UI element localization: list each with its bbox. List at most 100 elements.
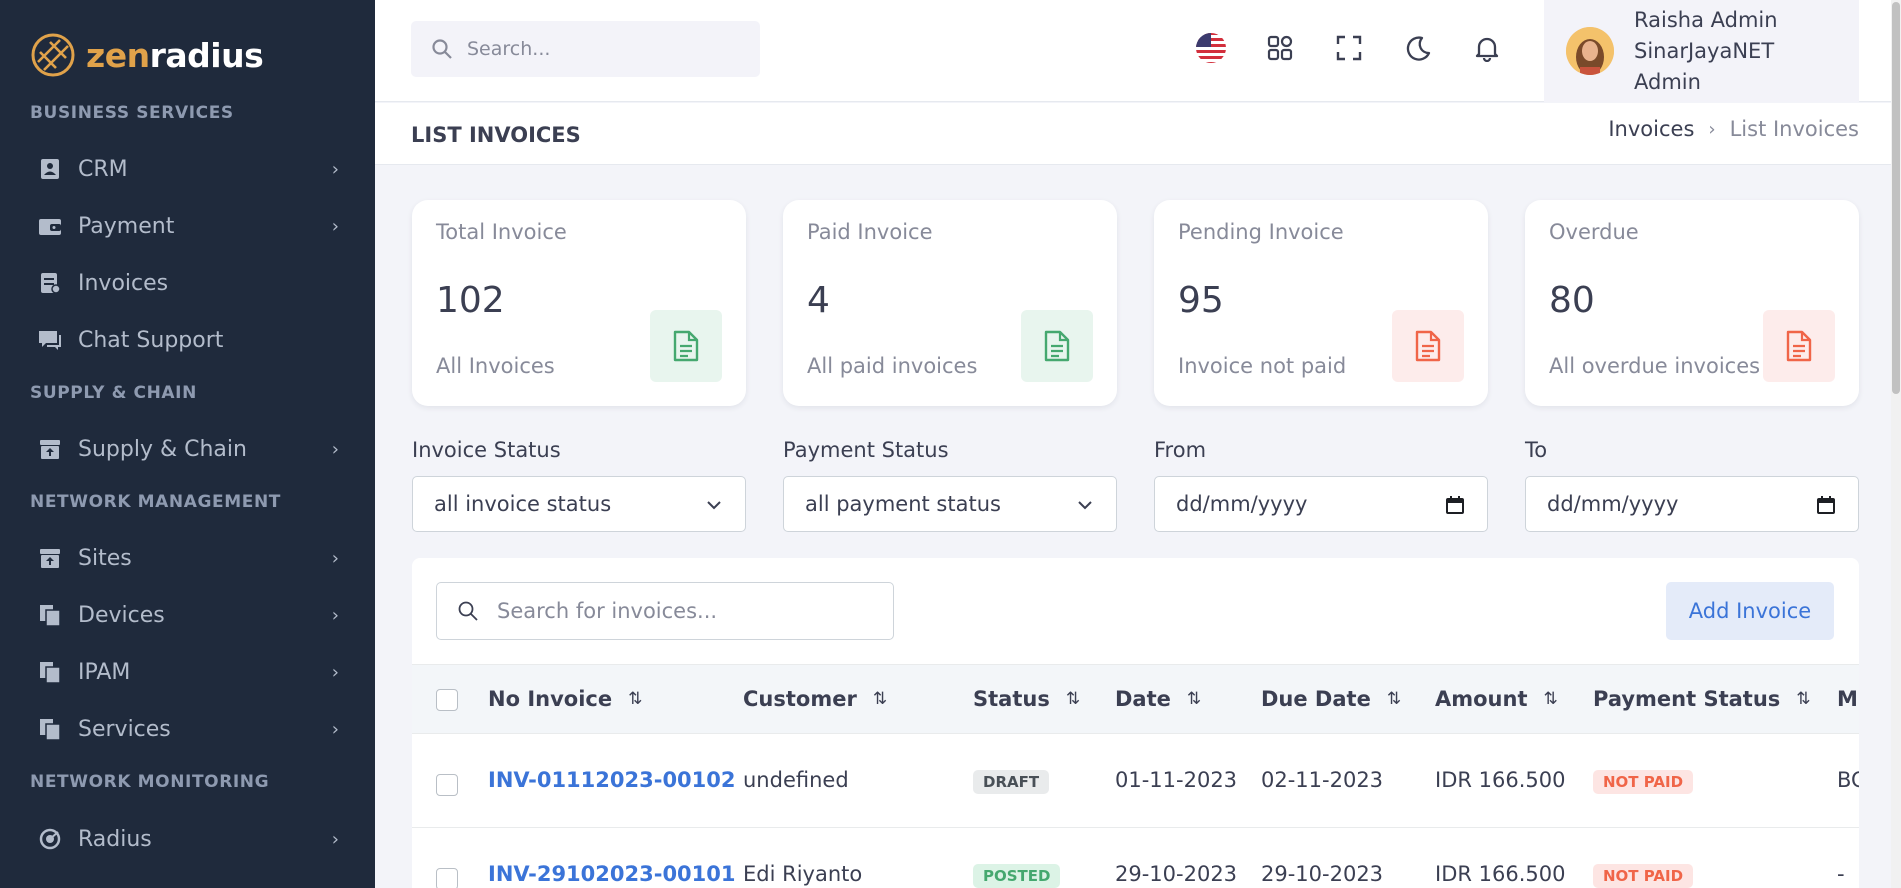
table-header: No Invoice ⇅ Customer ⇅ Status ⇅ Date ⇅ Due … bbox=[412, 664, 1859, 734]
stat-subtitle: All Invoices bbox=[436, 354, 555, 378]
chevron-right-icon: › bbox=[331, 216, 339, 237]
table-row: INV-29102023-00101 Edi Riyanto POSTED 29… bbox=[412, 828, 1859, 888]
chevron-right-icon: › bbox=[331, 159, 339, 180]
us-flag-icon[interactable] bbox=[1193, 30, 1229, 66]
file-text-icon bbox=[650, 310, 722, 382]
amount-cell: IDR 166.500 bbox=[1435, 768, 1566, 792]
page-scrollbar[interactable] bbox=[1891, 0, 1901, 888]
invoice-number-link[interactable]: INV-01112023-00102 bbox=[488, 768, 736, 792]
archive-icon bbox=[38, 437, 62, 461]
column-customer[interactable]: Customer ⇅ bbox=[743, 687, 887, 711]
column-label: No Invoice bbox=[488, 687, 613, 711]
column-method[interactable]: M bbox=[1837, 687, 1858, 711]
stat-value: 80 bbox=[1549, 280, 1595, 321]
moon-icon[interactable] bbox=[1400, 30, 1436, 66]
sidebar-item-services[interactable]: Services › bbox=[0, 704, 375, 754]
invoice-status-select[interactable]: all invoice status bbox=[412, 476, 746, 532]
page-header: LIST INVOICES Invoices › List Invoices bbox=[375, 103, 1901, 165]
stat-title: Pending Invoice bbox=[1178, 220, 1344, 244]
file-text-icon bbox=[1392, 310, 1464, 382]
user-profile[interactable]: Raisha Admin SinarJayaNET Admin bbox=[1544, 0, 1859, 102]
sort-icon: ⇅ bbox=[628, 689, 643, 709]
sidebar-item-label: Supply & Chain bbox=[78, 436, 247, 462]
archive-icon bbox=[38, 546, 62, 570]
column-payment-status[interactable]: Payment Status ⇅ bbox=[1593, 687, 1811, 711]
calendar-icon[interactable] bbox=[1816, 495, 1836, 520]
stat-title: Paid Invoice bbox=[807, 220, 933, 244]
column-status[interactable]: Status ⇅ bbox=[973, 687, 1080, 711]
row-checkbox[interactable] bbox=[436, 868, 458, 888]
calendar-icon[interactable] bbox=[1445, 495, 1465, 520]
contact-card-icon bbox=[38, 157, 62, 181]
column-due-date[interactable]: Due Date ⇅ bbox=[1261, 687, 1401, 711]
stat-title: Overdue bbox=[1549, 220, 1639, 244]
invoice-number-link[interactable]: INV-29102023-00101 bbox=[488, 862, 736, 886]
sidebar-item-payment[interactable]: Payment › bbox=[0, 201, 375, 251]
avatar bbox=[1566, 27, 1614, 75]
chevron-down-icon bbox=[705, 495, 723, 519]
stack-icon bbox=[38, 660, 62, 684]
sidebar-item-supply-chain[interactable]: Supply & Chain › bbox=[0, 424, 375, 474]
user-org: SinarJayaNET bbox=[1634, 38, 1775, 63]
app-logo[interactable]: zenradius bbox=[30, 30, 264, 80]
column-label: Customer bbox=[743, 687, 857, 711]
method-cell: BC bbox=[1837, 768, 1859, 792]
scrollbar-thumb[interactable] bbox=[1892, 2, 1900, 394]
column-label: Payment Status bbox=[1593, 687, 1781, 711]
user-role: Admin bbox=[1634, 69, 1701, 94]
sort-icon: ⇅ bbox=[1386, 689, 1402, 709]
payment-status-badge: NOT PAID bbox=[1593, 770, 1694, 794]
column-date[interactable]: Date ⇅ bbox=[1115, 687, 1201, 711]
status-badge: POSTED bbox=[973, 864, 1061, 888]
from-date-label: From bbox=[1154, 438, 1207, 462]
table-row: INV-01112023-00102 undefined DRAFT 01-11… bbox=[412, 734, 1859, 828]
file-text-icon bbox=[1763, 310, 1835, 382]
sidebar-item-crm[interactable]: CRM › bbox=[0, 144, 375, 194]
row-checkbox[interactable] bbox=[436, 774, 458, 796]
stat-value: 95 bbox=[1178, 280, 1224, 321]
chat-icon bbox=[38, 328, 62, 352]
column-amount[interactable]: Amount ⇅ bbox=[1435, 687, 1558, 711]
column-label: Due Date bbox=[1261, 687, 1371, 711]
bell-icon[interactable] bbox=[1469, 30, 1505, 66]
stat-card-pending: Pending Invoice 95 Invoice not paid bbox=[1154, 200, 1488, 406]
sort-icon: ⇅ bbox=[872, 689, 888, 709]
fullscreen-icon[interactable] bbox=[1331, 30, 1367, 66]
breadcrumb-invoices[interactable]: Invoices bbox=[1608, 117, 1694, 141]
payment-status-select[interactable]: all payment status bbox=[783, 476, 1117, 532]
sidebar-item-label: Services bbox=[78, 716, 171, 742]
invoice-status-label: Invoice Status bbox=[412, 438, 561, 462]
breadcrumb: Invoices › List Invoices bbox=[1608, 117, 1859, 141]
sidebar: zenradius BUSINESS SERVICES SUPPLY & CHA… bbox=[0, 0, 375, 888]
zenradius-logo-icon bbox=[31, 33, 75, 77]
select-all-checkbox[interactable] bbox=[436, 689, 458, 711]
column-no-invoice[interactable]: No Invoice ⇅ bbox=[488, 687, 642, 711]
invoice-search-input[interactable] bbox=[497, 599, 877, 623]
from-date-input[interactable]: dd/mm/yyyy bbox=[1154, 476, 1488, 532]
chevron-right-icon: › bbox=[331, 439, 339, 460]
date-cell: 29-10-2023 bbox=[1115, 862, 1238, 886]
file-text-icon bbox=[1021, 310, 1093, 382]
apps-grid-icon[interactable] bbox=[1262, 30, 1298, 66]
sort-icon: ⇅ bbox=[1543, 689, 1558, 709]
sidebar-item-invoices[interactable]: Invoices bbox=[0, 258, 375, 308]
stat-subtitle: Invoice not paid bbox=[1178, 354, 1347, 378]
add-invoice-button[interactable]: Add Invoice bbox=[1666, 582, 1834, 640]
invoice-search[interactable] bbox=[436, 582, 894, 640]
global-search-input[interactable] bbox=[467, 38, 737, 60]
amount-cell: IDR 166.500 bbox=[1435, 862, 1566, 886]
sidebar-item-devices[interactable]: Devices › bbox=[0, 590, 375, 640]
chevron-right-icon: › bbox=[1708, 118, 1716, 140]
sort-icon: ⇅ bbox=[1186, 689, 1202, 709]
section-business-services: BUSINESS SERVICES bbox=[30, 103, 234, 123]
sidebar-item-label: Chat Support bbox=[78, 327, 224, 353]
sidebar-item-ipam[interactable]: IPAM › bbox=[0, 647, 375, 697]
wallet-icon bbox=[38, 214, 62, 238]
global-search[interactable] bbox=[411, 21, 760, 77]
sidebar-item-radius[interactable]: Radius › bbox=[0, 814, 375, 864]
to-date-input[interactable]: dd/mm/yyyy bbox=[1525, 476, 1859, 532]
chevron-right-icon: › bbox=[331, 548, 339, 569]
sidebar-item-sites[interactable]: Sites › bbox=[0, 533, 375, 583]
stat-value: 102 bbox=[436, 280, 505, 321]
sidebar-item-chat-support[interactable]: Chat Support bbox=[0, 315, 375, 365]
